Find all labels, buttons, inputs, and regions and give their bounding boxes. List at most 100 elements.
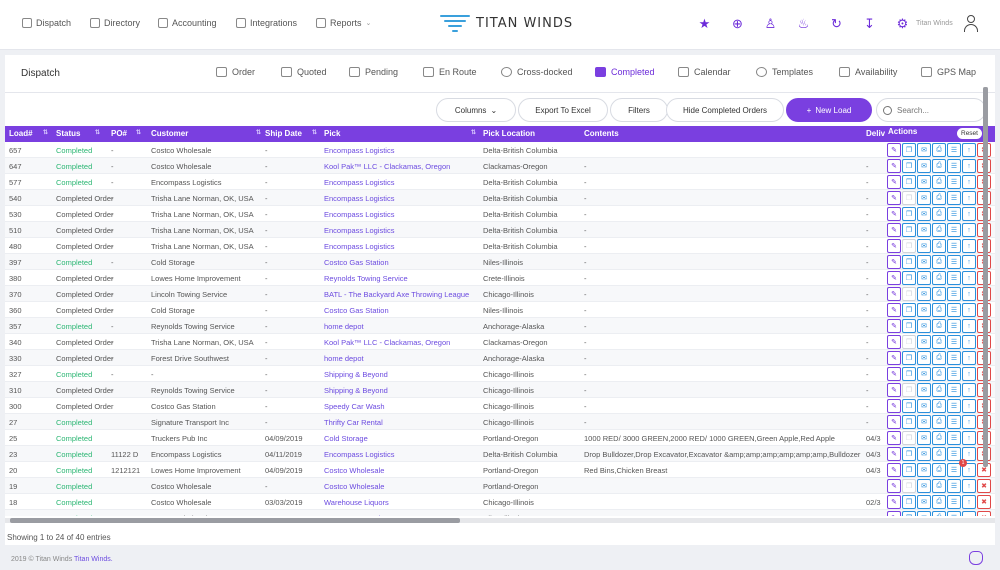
tab-availability[interactable]: Availability [839,67,897,77]
table-row[interactable]: 310 Completed Order - Reynolds Towing Servi… [5,382,995,398]
cell-pick[interactable]: Cold Storage [324,434,482,443]
cell-pick[interactable]: Kool Pak™ LLC - Clackamas, Oregon [324,162,482,171]
upload-icon[interactable]: ↑ [962,207,976,221]
document-icon[interactable]: ☰ [947,367,961,381]
cell-pick[interactable]: Encompass Logistics [324,226,482,235]
table-row[interactable]: 647 Completed - Costco Wholesale - Kool Pak™ … [5,158,995,174]
header-contents[interactable]: Contents [584,129,619,138]
bug-report-icon[interactable] [969,551,983,565]
edit-icon[interactable]: ✎ [887,207,901,221]
tab-en-route[interactable]: En Route [423,67,477,77]
sort-icon[interactable]: ⇅ [471,129,476,136]
upload-icon[interactable]: ↑ [962,319,976,333]
document-icon[interactable]: ☰ [947,303,961,317]
print-icon[interactable]: ⎙ [932,351,946,365]
upload-icon[interactable]: ↑ [962,367,976,381]
cell-pick[interactable]: Kool Pak™ LLC - Clackamas, Oregon [324,338,482,347]
upload-icon[interactable]: ↑ [962,351,976,365]
copy-icon[interactable]: ❐ [902,511,916,516]
new-load-button[interactable]: + New Load [786,98,872,122]
document-icon[interactable]: ☰ [947,239,961,253]
edit-icon[interactable]: ✎ [887,351,901,365]
print-icon[interactable]: ⎙ [932,479,946,493]
nav-integrations[interactable]: Integrations [236,18,297,28]
copy-icon[interactable]: ❐ [902,463,916,477]
edit-icon[interactable]: ✎ [887,303,901,317]
edit-icon[interactable]: ✎ [887,287,901,301]
table-row[interactable]: 360 Completed Order - Cold Storage - Costco G… [5,302,995,318]
copy-icon[interactable]: ❐ [902,191,916,205]
brand-logo[interactable]: TITAN WINDS [440,12,573,34]
document-icon[interactable]: ☰ [947,223,961,237]
mail-icon[interactable]: ✉ [917,431,931,445]
print-icon[interactable]: ⎙ [932,495,946,509]
document-icon[interactable]: ☰ [947,175,961,189]
print-icon[interactable]: ⎙ [932,287,946,301]
upload-icon[interactable]: ↑ [962,159,976,173]
table-row[interactable]: 480 Completed Order - Trisha Lane Norman, O… [5,238,995,254]
header-ship-date[interactable]: Ship Date [265,129,302,138]
cell-pick[interactable]: Shipping & Beyond [324,370,482,379]
copy-icon[interactable]: ❐ [902,335,916,349]
print-icon[interactable]: ⎙ [932,159,946,173]
settings-gear-icon[interactable]: ⚙ [886,16,919,32]
upload-icon[interactable]: ↑ [962,191,976,205]
table-row[interactable]: 397 Completed - Cold Storage - Costco Gas Sta… [5,254,995,270]
document-icon[interactable]: ☰ [947,255,961,269]
cell-pick[interactable]: home depot [324,354,482,363]
print-icon[interactable]: ⎙ [932,415,946,429]
edit-icon[interactable]: ✎ [887,495,901,509]
document-icon[interactable]: ☰ [947,207,961,221]
upload-icon[interactable]: ↑ [962,415,976,429]
table-row[interactable]: 330 Completed Order - Forest Drive Southwes… [5,350,995,366]
table-row[interactable]: 20 Completed 1212121 Lowes Home Improvement… [5,459,995,478]
table-row[interactable]: 340 Completed Order - Trisha Lane Norman, O… [5,334,995,350]
cell-pick[interactable]: BATL - The Backyard Axe Throwing League [324,290,482,299]
edit-icon[interactable]: ✎ [887,319,901,333]
mail-icon[interactable]: ✉ [917,399,931,413]
table-row[interactable]: 25 Completed Truckers Pub Inc 04/09/2019 Col… [5,430,995,446]
copy-icon[interactable]: ❐ [902,367,916,381]
print-icon[interactable]: ⎙ [932,223,946,237]
table-row[interactable]: 657 Completed - Costco Wholesale - Encompass … [5,142,995,158]
table-row[interactable]: 17Completed Costco Wholesale-Costco Gas S… [5,510,995,516]
edit-icon[interactable]: ✎ [887,511,901,516]
star-icon[interactable]: ★ [688,16,721,32]
copy-icon[interactable]: ❐ [902,447,916,461]
sync-icon[interactable]: ↻ [820,16,853,32]
horizontal-scrollbar[interactable] [5,518,995,523]
edit-icon[interactable]: ✎ [887,223,901,237]
document-icon[interactable]: ☰ [947,383,961,397]
table-row[interactable]: 370 Completed Order - Lincoln Towing Servic… [5,286,995,302]
mail-icon[interactable]: ✉ [917,207,931,221]
sort-icon[interactable]: ⇅ [256,129,261,136]
copy-icon[interactable]: ❐ [902,319,916,333]
mail-icon[interactable]: ✉ [917,351,931,365]
header-deliv[interactable]: Deliv [866,129,885,138]
upload-icon[interactable]: ↑ [962,383,976,397]
copy-icon[interactable]: ❐ [902,239,916,253]
print-icon[interactable]: ⎙ [932,303,946,317]
copy-icon[interactable]: ❐ [902,383,916,397]
print-icon[interactable]: ⎙ [932,335,946,349]
edit-icon[interactable]: ✎ [887,255,901,269]
table-row[interactable]: 27 Completed Signature Transport Inc - Thrif… [5,414,995,430]
print-icon[interactable]: ⎙ [932,239,946,253]
sort-icon[interactable]: ⇅ [95,129,100,136]
document-icon[interactable]: ☰ [947,351,961,365]
print-icon[interactable]: ⎙ [932,431,946,445]
search-box[interactable] [876,98,986,122]
vertical-scrollbar[interactable] [983,87,988,467]
table-row[interactable]: 23 Completed 11122 D Encompass Logistics 04/… [5,446,995,462]
edit-icon[interactable]: ✎ [887,159,901,173]
nav-directory[interactable]: Directory [90,18,140,28]
header-pick[interactable]: Pick [324,129,340,138]
table-row[interactable]: 327 Completed - - - Shipping & Beyond Chicago-… [5,366,995,382]
edit-icon[interactable]: ✎ [887,383,901,397]
edit-icon[interactable]: ✎ [887,143,901,157]
tab-quoted[interactable]: Quoted [281,67,327,77]
export-excel-button[interactable]: Export To Excel [518,98,608,122]
edit-icon[interactable]: ✎ [887,239,901,253]
copy-icon[interactable]: ❐ [902,207,916,221]
mail-icon[interactable]: ✉ [917,511,931,516]
